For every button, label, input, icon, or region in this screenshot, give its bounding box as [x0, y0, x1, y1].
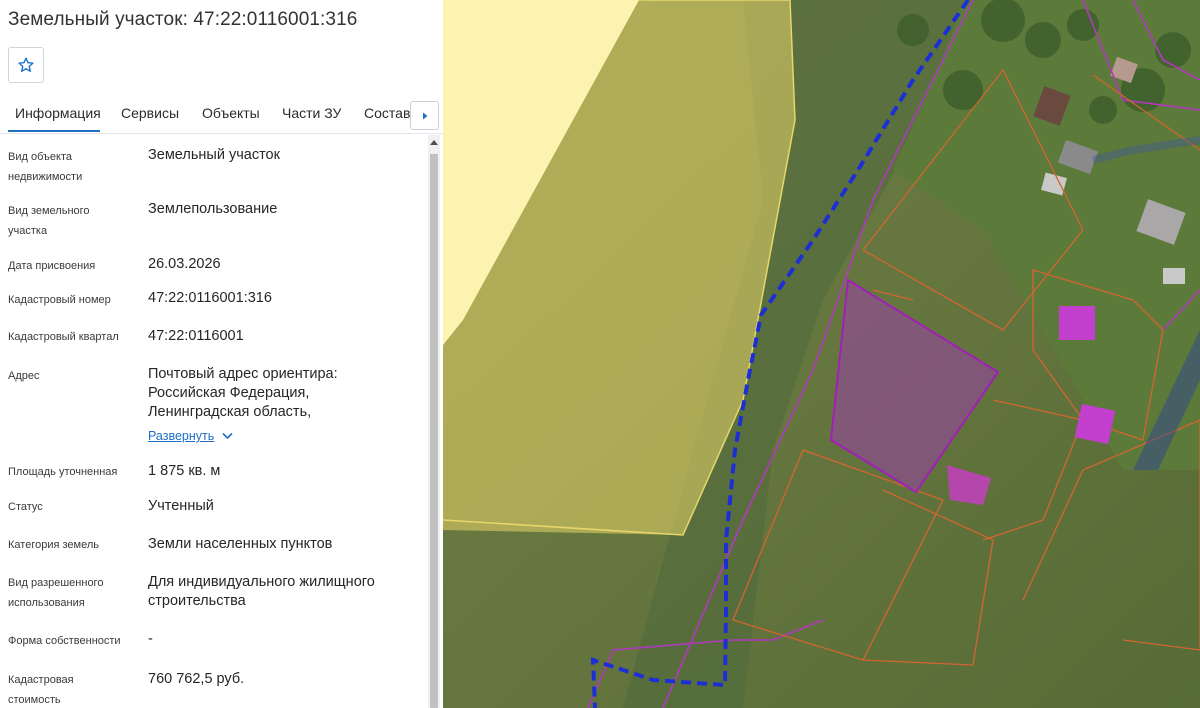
address-expand-link[interactable]: Развернуть — [148, 429, 233, 443]
panel-scrollbar[interactable] — [428, 135, 440, 708]
cad-value-value: 760 762,5 руб. — [148, 671, 245, 687]
land-category-label: Категория земель — [8, 539, 99, 551]
tab-information[interactable]: Информация — [15, 105, 101, 121]
star-outline-icon — [18, 57, 34, 72]
page-title: Земельный участок: 47:22:0116001:316 — [8, 9, 358, 30]
tab-parcel-parts[interactable]: Части ЗУ — [282, 105, 341, 121]
area-value: 1 875 кв. м — [148, 463, 221, 479]
tabs-next-button[interactable] — [410, 101, 439, 130]
address-value: Почтовый адрес ориентира: Российская Фед… — [148, 366, 338, 420]
ownership-label: Форма собственности — [8, 635, 121, 647]
building-magenta-2[interactable] — [1074, 403, 1116, 445]
map-view[interactable] — [443, 0, 1200, 708]
cad-number-value: 47:22:0116001:316 — [148, 290, 272, 306]
date-value: 26.03.2026 — [148, 256, 221, 272]
cad-number-label: Кадастровый номер — [8, 294, 111, 306]
tab-services[interactable]: Сервисы — [121, 105, 179, 121]
tab-bar: Информация Сервисы Объекты Части ЗУ Сост… — [0, 96, 443, 134]
satellite-map[interactable] — [443, 0, 1200, 708]
tab-objects[interactable]: Объекты — [202, 105, 260, 121]
chevron-down-icon — [222, 432, 233, 440]
object-type-label: Вид объекта недвижимости — [8, 151, 83, 183]
favorite-button[interactable] — [8, 47, 44, 83]
object-type-value: Земельный участок — [148, 147, 280, 163]
parcel-type-value: Землепользование — [148, 201, 278, 217]
caret-right-icon — [422, 112, 427, 119]
building-magenta-1[interactable] — [1059, 306, 1095, 340]
date-label: Дата присвоения — [8, 260, 96, 272]
info-list: Вид объекта недвижимости Земельный участо… — [0, 135, 428, 708]
info-panel: Земельный участок: 47:22:0116001:316 Инф… — [0, 0, 443, 708]
area-label: Площадь уточненная — [8, 466, 118, 478]
expand-label: Развернуть — [148, 429, 215, 443]
scroll-thumb[interactable] — [430, 154, 438, 708]
ownership-value: - — [148, 631, 153, 647]
permitted-use-label: Вид разрешенного использования — [8, 577, 104, 609]
active-tab-indicator — [8, 130, 100, 132]
cad-quarter-value: 47:22:0116001 — [148, 328, 244, 344]
cad-quarter-label: Кадастровый квартал — [8, 331, 119, 343]
parcel-type-label: Вид земельного участка — [8, 205, 90, 237]
cad-value-label: Кадастровая стоимость — [8, 674, 74, 706]
status-value: Учтенный — [148, 498, 214, 514]
land-category-value: Земли населенных пунктов — [148, 536, 333, 552]
status-label: Статус — [8, 501, 43, 513]
address-label: Адрес — [8, 370, 40, 382]
scroll-up-arrow-icon[interactable] — [428, 135, 440, 149]
tab-composition[interactable]: Состав — [364, 105, 410, 121]
permitted-use-value: Для индивидуального жилищного строительс… — [148, 574, 375, 609]
